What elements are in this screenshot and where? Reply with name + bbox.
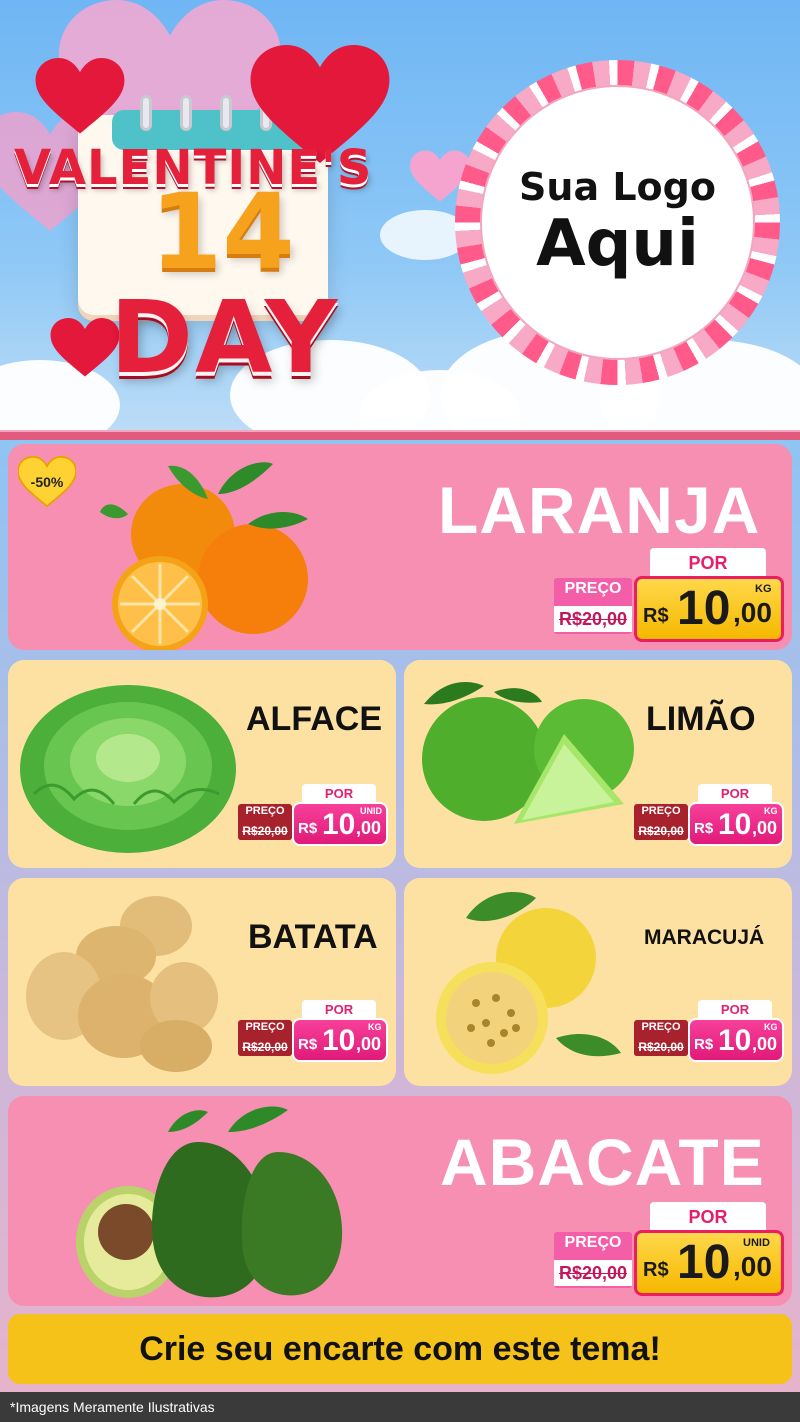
price-unit: KG — [764, 806, 778, 816]
product-card-maracuja: MARACUJÁ POR PREÇO R$20,00 R$ 10 ,00 KG — [404, 878, 792, 1086]
price-currency: R$ — [643, 1259, 669, 1281]
product-name: ABACATE — [440, 1125, 765, 1199]
price-unit: UNID — [360, 806, 382, 816]
old-price-box: PREÇO R$20,00 — [238, 804, 292, 840]
new-price: R$ 10 ,00 KG — [688, 802, 784, 846]
header-banner: VALENTINE'S 14 DAY Sua Logo Aqui — [0, 0, 800, 432]
old-price-box: PREÇO R$20,00 — [554, 578, 632, 634]
product-name: MARACUJÁ — [644, 926, 765, 949]
por-label: POR — [650, 1202, 766, 1232]
price-decimal: ,00 — [752, 1034, 778, 1054]
price-currency: R$ — [298, 820, 318, 837]
disclaimer-text: *Imagens Meramente Ilustrativas — [10, 1399, 215, 1415]
price-currency: R$ — [694, 820, 714, 837]
product-card-alface: ALFACE POR PREÇO R$20,00 R$ 10 ,00 UNID — [8, 660, 396, 868]
footer-disclaimer: *Imagens Meramente Ilustrativas — [0, 1392, 800, 1422]
price-currency: R$ — [694, 1036, 714, 1053]
product-name: LIMÃO — [646, 700, 756, 738]
price-unit: KG — [764, 1022, 778, 1032]
price-integer: 10 — [718, 1024, 752, 1057]
por-label: POR — [302, 784, 376, 804]
preco-label: PREÇO — [641, 805, 681, 817]
old-price-box: PREÇO R$20,00 — [554, 1232, 632, 1288]
calendar-ring — [140, 95, 152, 131]
old-price: R$20,00 — [554, 606, 632, 632]
price-currency: R$ — [643, 605, 669, 627]
calendar-ring — [220, 95, 232, 131]
price-decimal: ,00 — [733, 597, 772, 628]
preco-label: PREÇO — [564, 1234, 622, 1251]
potato-image — [26, 896, 218, 1072]
product-name: ALFACE — [246, 700, 382, 738]
lime-image — [422, 681, 634, 824]
old-price-box: PREÇO R$20,00 — [634, 1020, 688, 1056]
logo-placeholder[interactable]: Sua Logo Aqui — [480, 85, 755, 360]
price-decimal: ,00 — [752, 818, 778, 838]
price-unit: KG — [368, 1022, 382, 1032]
cta-banner[interactable]: Crie seu encarte com este tema! — [8, 1314, 792, 1384]
price-unit: KG — [755, 583, 772, 595]
product-name: BATATA — [248, 918, 378, 956]
new-price: R$ 10 ,00 KG — [634, 576, 784, 642]
price-integer: 10 — [677, 582, 731, 635]
title-number: 14 — [150, 171, 295, 293]
title-day: DAY — [110, 279, 340, 396]
preco-label: PREÇO — [245, 805, 285, 817]
price-decimal: ,00 — [356, 818, 382, 838]
product-card-laranja: -50% LARANJA POR PREÇO R$20,00 R$ 10 ,00… — [8, 444, 792, 650]
new-price: R$ 10 ,00 KG — [292, 1018, 388, 1062]
old-price-box: PREÇO R$20,00 — [238, 1020, 292, 1056]
discount-badge: -50% — [30, 474, 64, 490]
product-card-limao: LIMÃO POR PREÇO R$20,00 R$ 10 ,00 KG — [404, 660, 792, 868]
passion-fruit-image — [436, 892, 621, 1074]
old-price: R$20,00 — [238, 822, 292, 840]
price-integer: 10 — [322, 808, 356, 841]
old-price-box: PREÇO R$20,00 — [634, 804, 688, 840]
red-heart-icon — [35, 58, 125, 134]
logo-text-line2: Aqui — [536, 207, 699, 282]
preco-label: PREÇO — [641, 1021, 681, 1033]
por-label: POR — [698, 1000, 772, 1020]
old-price: R$20,00 — [634, 822, 688, 840]
new-price: R$ 10 ,00 UNID — [292, 802, 388, 846]
preco-label: PREÇO — [564, 580, 622, 597]
avocado-image — [76, 1106, 343, 1298]
por-label: POR — [650, 548, 766, 578]
old-price: R$20,00 — [554, 1260, 632, 1286]
price-unit: UNID — [743, 1237, 770, 1249]
header-divider — [0, 430, 800, 440]
preco-label: PREÇO — [245, 1021, 285, 1033]
new-price: R$ 10 ,00 KG — [688, 1018, 784, 1062]
orange-fruit-image — [100, 462, 308, 650]
por-label: POR — [302, 1000, 376, 1020]
price-integer: 10 — [322, 1024, 356, 1057]
old-price: R$20,00 — [634, 1038, 688, 1056]
price-integer: 10 — [677, 1236, 731, 1289]
por-label: POR — [698, 784, 772, 804]
price-decimal: ,00 — [733, 1251, 772, 1282]
price-currency: R$ — [298, 1036, 318, 1053]
product-card-batata: BATATA POR PREÇO R$20,00 R$ 10 ,00 KG — [8, 878, 396, 1086]
calendar-ring — [180, 95, 192, 131]
cta-text: Crie seu encarte com este tema! — [139, 1329, 661, 1368]
logo-text-line1: Sua Logo — [519, 165, 716, 210]
lettuce-image — [20, 685, 236, 853]
price-decimal: ,00 — [356, 1034, 382, 1054]
product-card-abacate: ABACATE POR PREÇO R$20,00 R$ 10 ,00 UNID — [8, 1096, 792, 1306]
product-name: LARANJA — [438, 473, 761, 547]
new-price: R$ 10 ,00 UNID — [634, 1230, 784, 1296]
old-price: R$20,00 — [238, 1038, 292, 1056]
price-integer: 10 — [718, 808, 752, 841]
